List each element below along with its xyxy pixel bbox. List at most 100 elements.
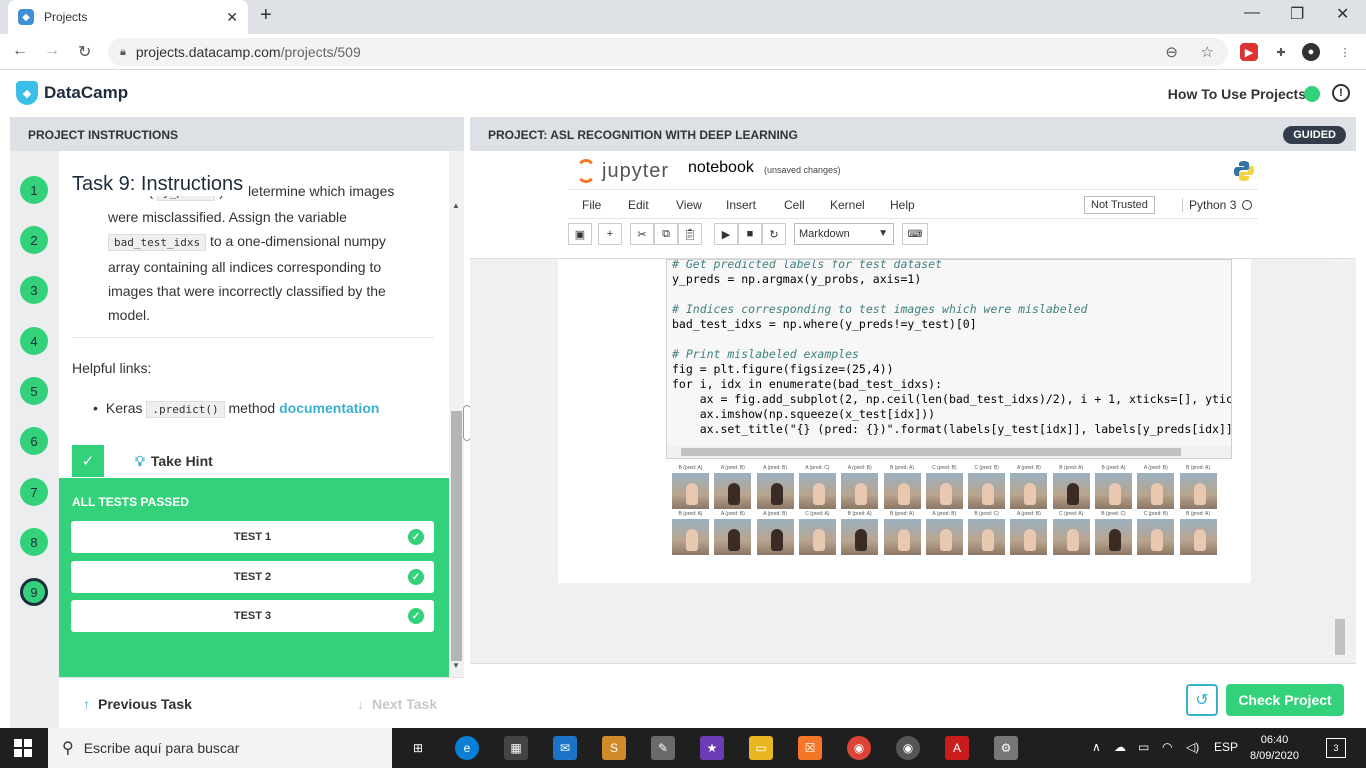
restart-icon[interactable]: ↻ <box>762 223 786 245</box>
menu-insert[interactable]: Insert <box>726 198 756 212</box>
helpful-links-label: Helpful links: <box>72 360 152 376</box>
instructions-header: PROJECT INSTRUCTIONS <box>10 117 464 151</box>
app-star-icon[interactable]: ★ <box>700 736 724 760</box>
cell-type-select[interactable]: Markdown ▼ <box>794 223 894 245</box>
paste-icon[interactable]: 📋︎ <box>678 223 702 245</box>
language-indicator[interactable]: ESP <box>1214 740 1238 754</box>
not-trusted-button[interactable]: Not Trusted <box>1084 196 1155 214</box>
check-project-button[interactable]: Check Project <box>1226 684 1344 716</box>
chrome-icon[interactable]: ◉ <box>847 736 871 760</box>
test-row-3[interactable]: TEST 3 ✓ <box>71 600 434 632</box>
scroll-down-icon[interactable]: ▼ <box>452 661 460 670</box>
image-title: B (pred: A) <box>847 511 872 517</box>
omnibox[interactable]: 🔒︎ projects.datacamp.com/projects/509 ⊖ … <box>108 38 1228 66</box>
task-title: Task 9: Instructions <box>72 173 250 196</box>
documentation-link[interactable]: documentation <box>279 400 379 416</box>
menu-help[interactable]: Help <box>890 198 915 212</box>
back-arrow-icon[interactable]: ← <box>12 42 28 60</box>
scroll-up-icon[interactable]: ▲ <box>452 201 460 210</box>
test-row-1[interactable]: TEST 1 ✓ <box>71 521 434 553</box>
step-6[interactable]: 6 <box>20 427 48 455</box>
extension-icon[interactable]: ▶ <box>1240 43 1258 61</box>
sublime-icon[interactable]: S <box>602 736 626 760</box>
save-icon[interactable]: ▣ <box>568 223 592 245</box>
step-8[interactable]: 8 <box>20 528 48 556</box>
forward-arrow-icon[interactable]: → <box>44 42 60 60</box>
step-3[interactable]: 3 <box>20 276 48 304</box>
keyboard-icon[interactable]: ⌨ <box>902 223 928 245</box>
step-5[interactable]: 5 <box>20 377 48 405</box>
browser-tab[interactable]: ◆ Projects ✕ <box>8 0 248 34</box>
run-icon[interactable]: ▶ <box>714 223 738 245</box>
store-icon[interactable]: ▦ <box>504 736 528 760</box>
tools-icon[interactable]: ⚙ <box>994 736 1018 760</box>
chrome-profile-icon[interactable]: ◉ <box>896 736 920 760</box>
code-text[interactable]: # Get predicted labels for test dataset … <box>667 260 1231 437</box>
battery-icon[interactable]: ▭ <box>1138 740 1149 754</box>
notebook-scrollbar[interactable] <box>1334 259 1346 663</box>
clock[interactable]: 06:40 8/09/2020 <box>1250 732 1299 764</box>
code-cell[interactable]: # Get predicted labels for test dataset … <box>666 259 1232 459</box>
puzzle-extensions-icon[interactable]: ✚ <box>1272 43 1290 61</box>
instructions-scrollbar[interactable]: ▲ ▼ <box>449 151 464 677</box>
step-7[interactable]: 7 <box>20 478 48 506</box>
tab-close-icon[interactable]: ✕ <box>226 9 238 26</box>
stop-icon[interactable]: ■ <box>738 223 762 245</box>
edge-icon[interactable]: e <box>455 736 479 760</box>
next-task-button[interactable]: ↓ Next Task <box>357 696 437 712</box>
hand-shape <box>1066 483 1079 505</box>
reload-icon[interactable]: ↻ <box>78 42 91 62</box>
menu-edit[interactable]: Edit <box>628 198 649 212</box>
cut-icon[interactable]: ✂ <box>630 223 654 245</box>
step-4[interactable]: 4 <box>20 327 48 355</box>
zoom-icon[interactable]: ⊖ <box>1165 43 1178 61</box>
step-9-current[interactable]: 9 <box>20 578 48 606</box>
xampp-icon[interactable]: ☒ <box>798 736 822 760</box>
take-hint-button[interactable]: 💡︎ Take Hint <box>135 453 213 470</box>
wifi-icon[interactable]: ◠ <box>1162 740 1172 754</box>
scrollbar-thumb[interactable] <box>1335 619 1345 655</box>
close-window-icon[interactable]: ✕ <box>1336 4 1349 24</box>
onedrive-icon[interactable]: ☁ <box>1114 740 1126 754</box>
menu-kernel[interactable]: Kernel <box>830 198 865 212</box>
hand-shape <box>982 483 995 505</box>
instruction-text: labels ( y_preds ) to determine which im… <box>108 183 395 323</box>
paint-icon[interactable]: ✎ <box>651 736 675 760</box>
scrollbar-thumb[interactable] <box>451 411 462 661</box>
mail-icon[interactable]: ✉ <box>553 736 577 760</box>
tray-chevron-icon[interactable]: ∧ <box>1092 740 1101 754</box>
restore-icon[interactable]: ❐ <box>1290 4 1304 24</box>
scrollbar-thumb[interactable] <box>681 448 1181 456</box>
task-view-icon[interactable]: ⊞ <box>406 736 430 760</box>
windows-start-icon[interactable] <box>14 739 32 757</box>
new-tab-button[interactable]: + <box>260 4 272 27</box>
menu-cell[interactable]: Cell <box>784 198 805 212</box>
taskbar-search[interactable]: ⚲ Escribe aquí para buscar <box>48 728 392 768</box>
volume-icon[interactable]: ◁) <box>1186 740 1199 754</box>
reset-icon[interactable]: ↺ <box>1186 684 1218 716</box>
image-title: C (pred: B) <box>974 465 999 471</box>
notebook-name[interactable]: notebook <box>688 159 754 177</box>
menu-file[interactable]: File <box>582 198 601 212</box>
step-1[interactable]: 1 <box>20 176 48 204</box>
menu-view[interactable]: View <box>676 198 702 212</box>
jupyter-logo[interactable]: jupyter <box>576 159 669 183</box>
how-to-use-projects-link[interactable]: How To Use Projects <box>1168 86 1306 102</box>
file-explorer-icon[interactable]: ▭ <box>749 736 773 760</box>
acrobat-icon[interactable]: A <box>945 736 969 760</box>
profile-avatar[interactable]: ● <box>1302 43 1320 61</box>
url-text[interactable]: projects.datacamp.com/projects/509 <box>136 44 361 60</box>
test-row-2[interactable]: TEST 2 ✓ <box>71 561 434 593</box>
copy-icon[interactable]: ⧉ <box>654 223 678 245</box>
image-title: C (pred: A) <box>1059 511 1084 517</box>
bookmark-star-icon[interactable]: ☆ <box>1201 43 1214 61</box>
notifications-icon[interactable]: 3 <box>1326 738 1346 758</box>
previous-task-button[interactable]: ↑ Previous Task <box>83 696 192 712</box>
menu-dots-icon[interactable]: ⋮ <box>1336 43 1354 61</box>
datacamp-logo[interactable]: ◆ DataCamp <box>16 81 128 105</box>
minimize-icon[interactable]: — <box>1244 4 1260 22</box>
info-icon[interactable]: ! <box>1332 84 1350 102</box>
code-horizontal-scrollbar[interactable] <box>667 446 1231 458</box>
step-2[interactable]: 2 <box>20 226 48 254</box>
add-cell-icon[interactable]: + <box>598 223 622 245</box>
